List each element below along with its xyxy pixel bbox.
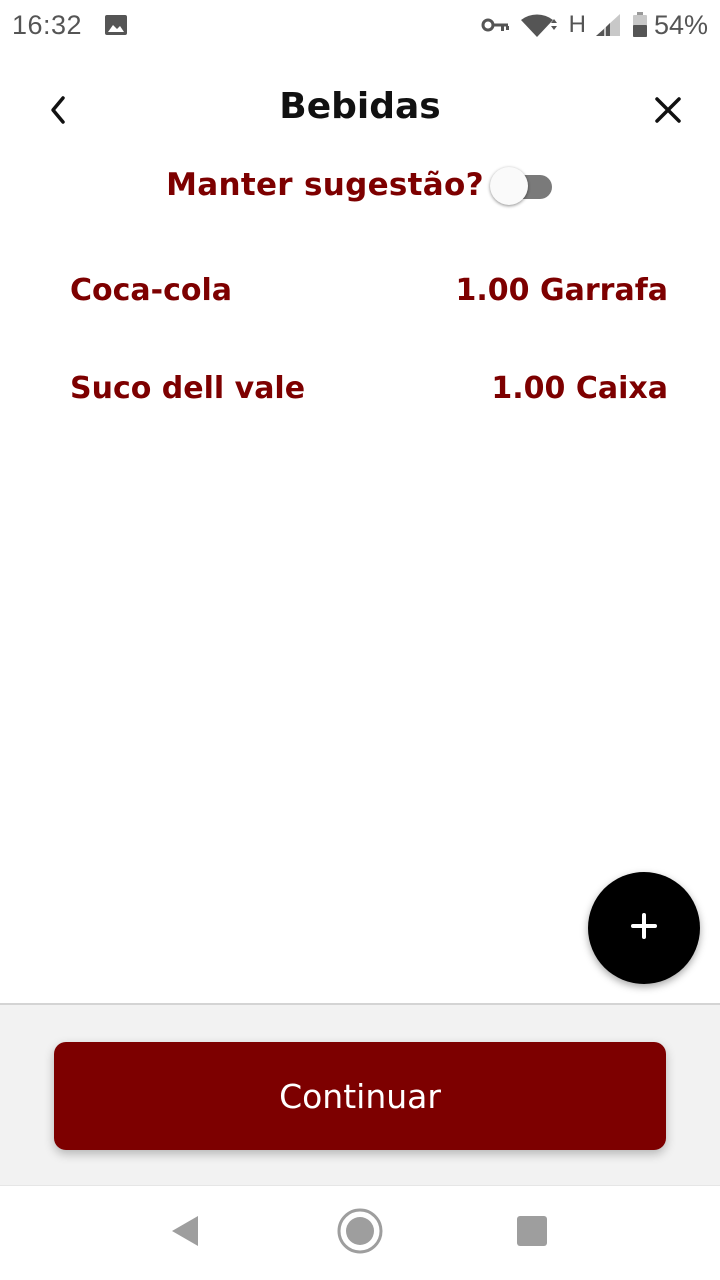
item-name: Suco dell vale: [70, 370, 306, 406]
screen: 16:32 H 54% Bebidas Manter sugestão? Coc…: [0, 0, 720, 1280]
suggestion-toggle-row: Manter sugestão?: [0, 160, 720, 210]
battery-icon: [632, 12, 648, 38]
plus-icon: [631, 913, 657, 943]
status-bar: 16:32 H 54%: [0, 0, 720, 50]
signal-icon: [594, 12, 624, 38]
app-header: Bebidas: [0, 70, 720, 150]
page-title: Bebidas: [279, 86, 441, 127]
nav-home-icon: [336, 1207, 384, 1259]
item-quantity: 1.00 Garrafa: [455, 272, 668, 308]
status-time: 16:32: [12, 9, 83, 40]
bottom-panel: Continuar: [0, 1003, 720, 1185]
status-bar-right: H 54%: [473, 10, 708, 41]
suggestion-switch[interactable]: [488, 165, 554, 205]
wifi-icon: [519, 11, 559, 39]
list-item[interactable]: Suco dell vale 1.00 Caixa: [70, 356, 668, 420]
nav-home-button[interactable]: [335, 1208, 385, 1258]
network-type: H: [568, 11, 586, 38]
nav-back-icon: [170, 1214, 200, 1252]
nav-recents-icon: [516, 1215, 548, 1251]
suggestion-toggle-label: Manter sugestão?: [166, 167, 484, 203]
list-item[interactable]: Coca-cola 1.00 Garrafa: [70, 258, 668, 322]
add-item-button[interactable]: [588, 872, 700, 984]
nav-back-button[interactable]: [160, 1208, 210, 1258]
battery-percent: 54%: [653, 9, 708, 40]
item-name: Coca-cola: [70, 272, 233, 308]
switch-thumb: [489, 167, 528, 205]
drinks-list: Coca-cola 1.00 Garrafa Suco dell vale 1.…: [70, 258, 668, 454]
continue-button[interactable]: Continuar: [54, 1042, 666, 1150]
nav-recents-button[interactable]: [507, 1208, 557, 1258]
close-icon: [654, 96, 682, 128]
navigation-bar: [0, 1185, 720, 1280]
image-icon: [104, 13, 128, 37]
item-quantity: 1.00 Caixa: [491, 370, 668, 406]
status-bar-left: 16:32: [12, 10, 128, 41]
vpn-key-icon: [481, 15, 511, 35]
close-button[interactable]: [644, 88, 692, 136]
